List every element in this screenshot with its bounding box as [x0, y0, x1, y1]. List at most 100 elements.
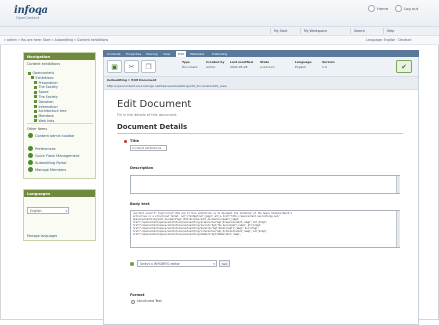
folder-icon: [34, 105, 37, 109]
tree-item-opencontent[interactable]: Opencontent: [28, 71, 66, 75]
sidebar-link-preferences[interactable]: Preferences: [28, 146, 56, 151]
description-label: Description: [130, 166, 154, 170]
body-text-label: Body text: [130, 202, 150, 206]
editor-select[interactable]: Select a WYSIWYG editor ▾: [137, 260, 217, 267]
folder-icon: [34, 109, 37, 113]
save-icon: ✔: [401, 62, 407, 71]
tree-item-preparation[interactable]: Preparation: [28, 81, 66, 85]
language-select-value: English: [30, 209, 42, 213]
tree-item-space[interactable]: Space: [28, 90, 66, 94]
topnav-tab-my-start[interactable]: My Start: [270, 28, 290, 34]
format-radio[interactable]: [131, 300, 135, 304]
topnav-tab-my-workspace[interactable]: My Workspace: [300, 28, 330, 34]
folder-icon: [34, 95, 37, 99]
other-items-title: Other items: [27, 127, 48, 131]
required-icon: [124, 140, 127, 143]
folder-icon: [28, 71, 31, 75]
document-icon-button[interactable]: ▣: [107, 60, 122, 73]
folder-icon: [34, 114, 37, 118]
topnav-tab-search[interactable]: Search: [350, 28, 368, 34]
logout-button[interactable]: Log out: [395, 5, 418, 12]
body-text-line: href="/opencontent/space/exhibitions/aut…: [133, 233, 241, 236]
flash-icon: [28, 153, 33, 158]
description-textarea[interactable]: [130, 175, 400, 194]
copy-button[interactable]: ❐: [141, 60, 156, 73]
top-navigation: [0, 27, 439, 36]
language-label: Language: [295, 60, 312, 64]
last-modified-value: 2002-05-28: [230, 65, 248, 69]
page-title: Edit Document: [117, 99, 192, 110]
folder-icon: [34, 85, 37, 89]
sidebar-link-members[interactable]: Manage Members: [28, 167, 66, 172]
topnav-tab-help[interactable]: Help: [383, 28, 397, 34]
editor-select-value: Select a WYSIWYG editor: [140, 262, 180, 266]
navigation-tree: Opencontent Exhibitions Preparation The …: [28, 71, 66, 123]
body-text-textarea[interactable]: <p><font size="2" face="Arial">The aim o…: [130, 210, 400, 248]
state-value[interactable]: published: [260, 65, 275, 69]
section-divider: [117, 133, 403, 134]
folder-icon: [34, 100, 37, 104]
format-radio-label[interactable]: structured Text: [137, 299, 162, 303]
description-scrollbar[interactable]: [396, 176, 400, 193]
sidebar-link-admin-toolbar[interactable]: Content admin toolbar: [28, 133, 75, 138]
languages-box: Languages English ▾ Manage languages: [23, 189, 96, 241]
chevron-down-icon: ▾: [213, 262, 215, 266]
logout-icon: [395, 5, 402, 12]
location-url[interactable]: http://opencontent.sourceforge.net/Space…: [107, 84, 227, 88]
copy-icon: ❐: [145, 62, 152, 71]
home-button[interactable]: Home: [368, 5, 388, 12]
document-icon: ▣: [111, 62, 118, 71]
cut-button[interactable]: ✂: [124, 60, 139, 73]
tree-item-society-2[interactable]: The Society: [28, 95, 66, 99]
editor-status-icon: [130, 262, 134, 266]
tree-item-exhibitions[interactable]: Exhibitions: [28, 76, 66, 80]
chevron-down-icon: ▾: [65, 209, 67, 213]
breadcrumb[interactable]: » admin » You are here: Start » Autoedit…: [4, 36, 108, 44]
location-title: Autoediting :: Edit Document: [107, 78, 157, 82]
tree-item-information[interactable]: Information: [28, 105, 66, 109]
folder-icon: [31, 76, 34, 80]
home-icon: [368, 5, 375, 12]
logout-label: Log out: [404, 6, 419, 11]
editor-set-button[interactable]: Set: [219, 260, 230, 267]
language-select[interactable]: English ▾: [27, 207, 69, 214]
language-switch[interactable]: Language: English · Deutsch: [366, 36, 412, 44]
sidebar-divider: [27, 123, 93, 124]
members-icon: [28, 167, 33, 172]
sidebar-link-portal[interactable]: Autoediting Portal: [28, 160, 66, 165]
navigation-box-subtitle: Content exhibitions: [27, 62, 61, 66]
navigation-box: Navigation Content exhibitions Openconte…: [23, 52, 96, 179]
tree-item-members[interactable]: Members: [28, 114, 66, 118]
page-subtitle: Fill in the details of this document.: [117, 113, 178, 117]
folder-icon: [34, 81, 37, 85]
manage-languages-link[interactable]: Manage languages: [27, 234, 57, 238]
version-label: Version: [322, 60, 335, 64]
body-text-scrollbar[interactable]: [396, 211, 400, 247]
folder-icon: [34, 90, 37, 94]
home-label: Home: [377, 6, 389, 11]
version-value: 1.0: [322, 65, 327, 69]
save-button[interactable]: ✔: [396, 60, 412, 73]
created-by-value[interactable]: admin: [206, 65, 215, 69]
site-logo[interactable]: infoqa: [14, 5, 48, 16]
tree-item-architecture[interactable]: Architecture tree: [28, 109, 66, 113]
scissors-icon: ✂: [128, 62, 135, 71]
languages-box-title: Languages: [24, 190, 95, 197]
language-value[interactable]: English: [295, 65, 306, 69]
title-label: Title: [130, 139, 140, 143]
last-modified-label: Last modified: [230, 60, 253, 64]
portal-icon: [28, 160, 33, 165]
title-input[interactable]: Content exhibitions: [130, 145, 167, 151]
format-label: Format: [130, 293, 145, 297]
type-value: Document: [182, 65, 198, 69]
created-by-label: Created by: [206, 60, 225, 64]
state-label: State: [260, 60, 270, 64]
type-label: Type: [182, 60, 190, 64]
preferences-icon: [28, 146, 33, 151]
sidebar-link-quickflash[interactable]: Quick Flash Management: [28, 153, 79, 158]
section-title: Document Details: [117, 123, 188, 131]
tree-item-society[interactable]: The Society: [28, 85, 66, 89]
site-logo-subtitle: OpenContent: [16, 16, 40, 20]
tree-item-donation[interactable]: Donation: [28, 100, 66, 104]
navigation-box-title: Navigation: [24, 53, 95, 60]
